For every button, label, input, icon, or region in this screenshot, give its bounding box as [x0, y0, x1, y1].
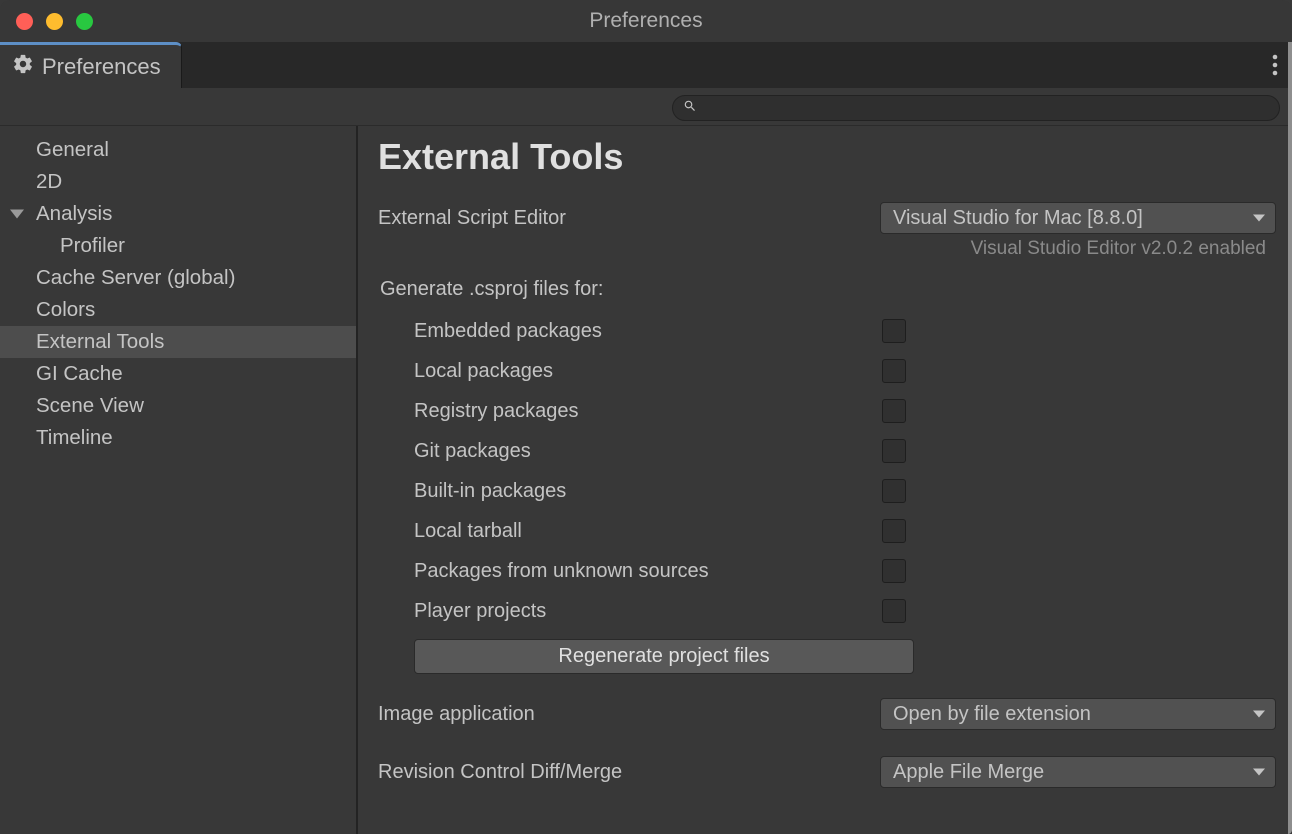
tab-preferences[interactable]: Preferences — [0, 42, 182, 88]
checkrow-builtin-packages: Built-in packages — [378, 471, 1280, 511]
checkbox-player-projects[interactable] — [882, 599, 906, 623]
checkbox-local-packages[interactable] — [882, 359, 906, 383]
tab-menu-button[interactable] — [1258, 42, 1292, 88]
label-revision-control: Revision Control Diff/Merge — [378, 761, 880, 784]
zoom-window-icon[interactable] — [76, 13, 93, 30]
select-external-script-editor[interactable]: Visual Studio for Mac [8.8.0] — [880, 202, 1276, 234]
tab-bar: Preferences — [0, 42, 1292, 88]
row-external-script-editor: External Script Editor Visual Studio for… — [378, 200, 1280, 236]
checkrow-unknown-sources: Packages from unknown sources — [378, 551, 1280, 591]
sidebar-item-gi-cache[interactable]: GI Cache — [0, 358, 356, 390]
sidebar-item-external-tools[interactable]: External Tools — [0, 326, 356, 358]
minimize-window-icon[interactable] — [46, 13, 63, 30]
select-revision-control[interactable]: Apple File Merge — [880, 756, 1276, 788]
checkbox-local-tarball[interactable] — [882, 519, 906, 543]
checkrow-registry-packages: Registry packages — [378, 391, 1280, 431]
checkbox-registry-packages[interactable] — [882, 399, 906, 423]
search-icon — [683, 96, 697, 119]
label-external-script-editor: External Script Editor — [378, 207, 880, 230]
titlebar: Preferences — [0, 0, 1292, 42]
select-image-application[interactable]: Open by file extension — [880, 698, 1276, 730]
sidebar-item-analysis[interactable]: Analysis — [0, 198, 356, 230]
sidebar-item-profiler[interactable]: Profiler — [0, 230, 356, 262]
page-title: External Tools — [378, 136, 1280, 178]
checkbox-git-packages[interactable] — [882, 439, 906, 463]
chevron-down-icon — [1253, 769, 1265, 776]
search-input[interactable] — [705, 98, 1269, 118]
checkrow-git-packages: Git packages — [378, 431, 1280, 471]
search-field[interactable] — [672, 95, 1280, 121]
traffic-lights — [0, 13, 93, 30]
sidebar: General 2D Analysis Profiler Cache Serve… — [0, 126, 358, 834]
chevron-down-icon — [1253, 215, 1265, 222]
sidebar-item-timeline[interactable]: Timeline — [0, 422, 356, 454]
label-generate-csproj: Generate .csproj files for: — [378, 278, 1280, 301]
editor-status-text: Visual Studio Editor v2.0.2 enabled — [378, 238, 1280, 260]
checkrow-local-tarball: Local tarball — [378, 511, 1280, 551]
sidebar-item-cache-server[interactable]: Cache Server (global) — [0, 262, 356, 294]
sidebar-item-general[interactable]: General — [0, 134, 356, 166]
regenerate-project-files-button[interactable]: Regenerate project files — [414, 639, 914, 674]
checkrow-local-packages: Local packages — [378, 351, 1280, 391]
sidebar-item-2d[interactable]: 2D — [0, 166, 356, 198]
checkbox-unknown-sources[interactable] — [882, 559, 906, 583]
gear-icon — [12, 53, 34, 81]
checkbox-embedded-packages[interactable] — [882, 319, 906, 343]
content-panel: External Tools External Script Editor Vi… — [358, 126, 1292, 834]
checkrow-player-projects: Player projects — [378, 591, 1280, 631]
window-title: Preferences — [0, 9, 1292, 33]
checkrow-embedded-packages: Embedded packages — [378, 311, 1280, 351]
row-image-application: Image application Open by file extension — [378, 696, 1280, 732]
close-window-icon[interactable] — [16, 13, 33, 30]
search-row — [0, 88, 1292, 126]
sidebar-item-scene-view[interactable]: Scene View — [0, 390, 356, 422]
checkbox-builtin-packages[interactable] — [882, 479, 906, 503]
row-revision-control: Revision Control Diff/Merge Apple File M… — [378, 754, 1280, 790]
label-image-application: Image application — [378, 703, 880, 726]
chevron-down-icon — [1253, 711, 1265, 718]
sidebar-item-colors[interactable]: Colors — [0, 294, 356, 326]
chevron-down-icon — [10, 210, 24, 219]
window-edge — [1288, 42, 1292, 834]
tab-label: Preferences — [42, 54, 161, 80]
